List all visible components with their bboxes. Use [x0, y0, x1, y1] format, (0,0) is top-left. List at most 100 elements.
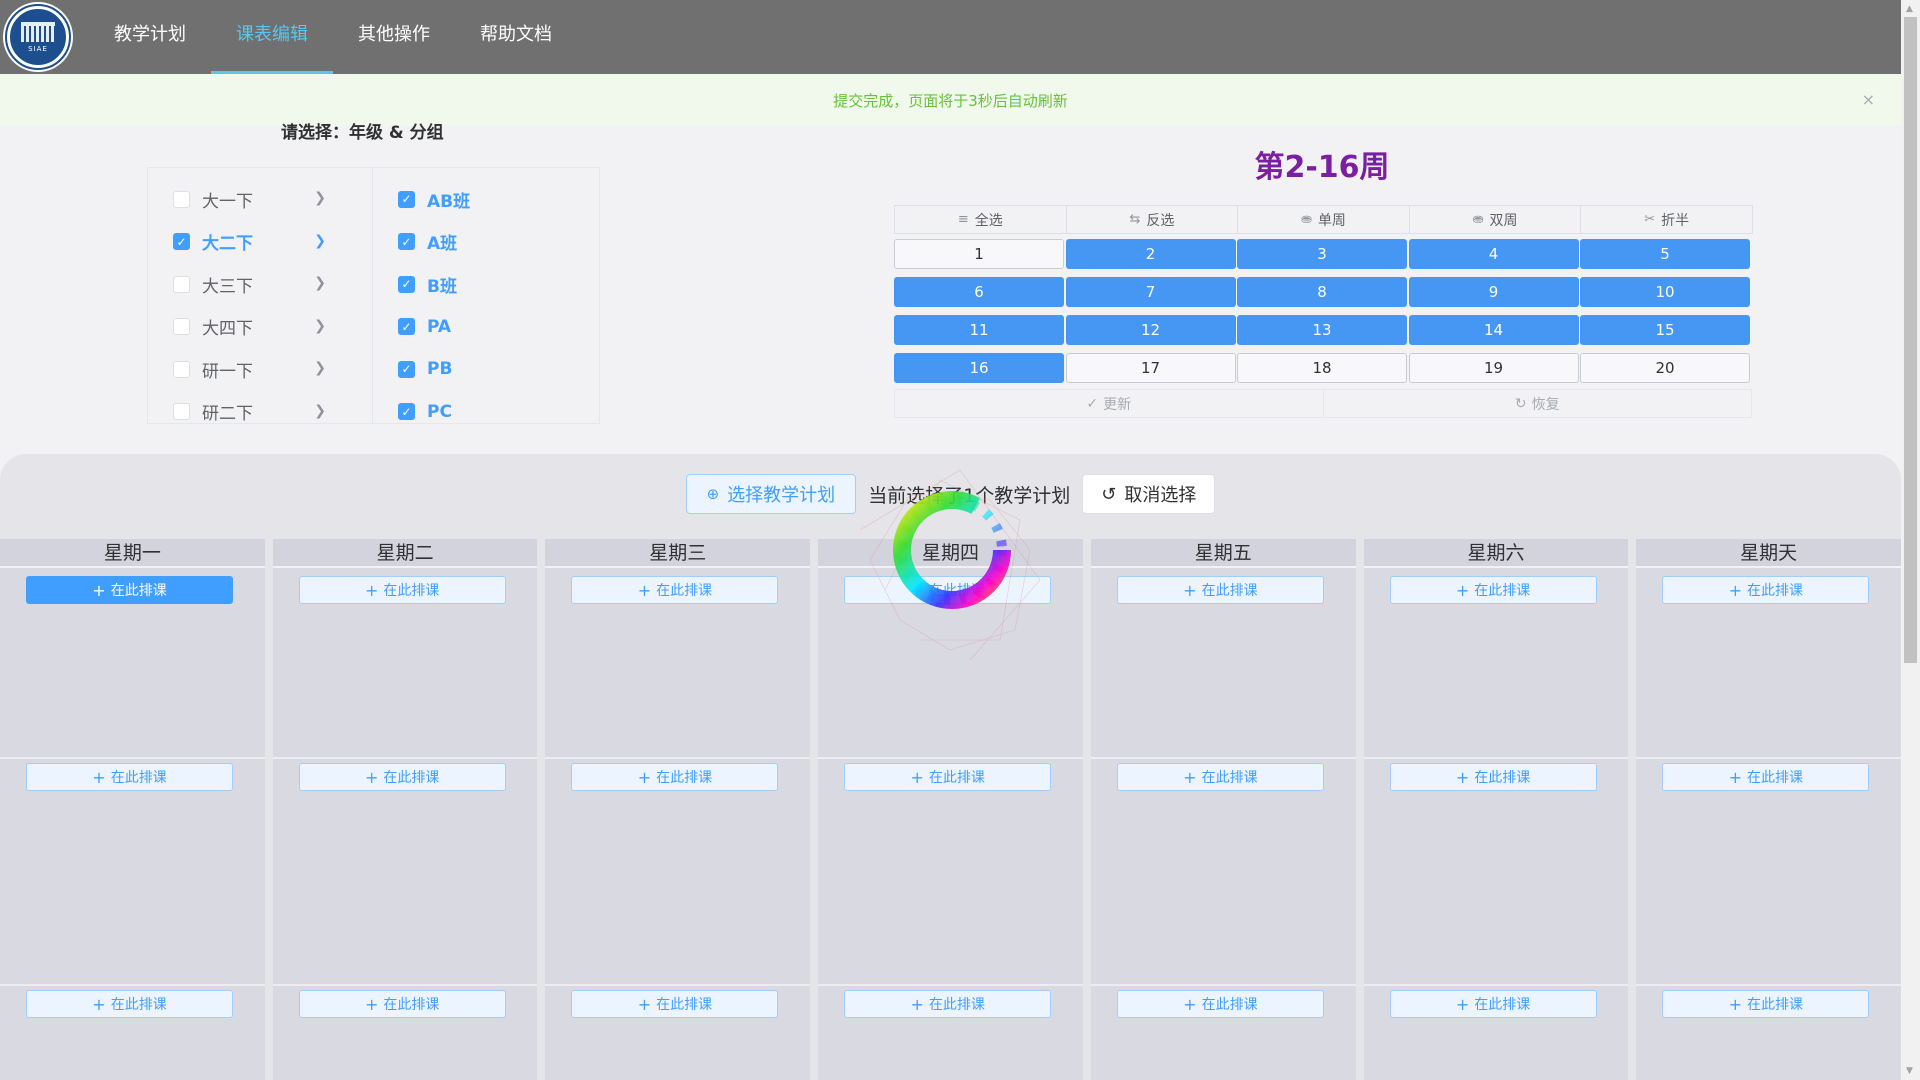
week-button[interactable]: 6 [894, 277, 1064, 307]
time-slot: + 在此排课 [1636, 570, 1901, 755]
week-button[interactable]: 10 [1580, 277, 1750, 307]
checkbox[interactable] [173, 190, 190, 208]
week-button[interactable]: 15 [1580, 315, 1750, 345]
day-header: 星期二 [272, 539, 538, 568]
add-course-button[interactable]: + 在此排课 [844, 763, 1052, 791]
add-course-button[interactable]: + 在此排课 [1116, 576, 1324, 604]
add-course-button[interactable]: + 在此排课 [1116, 763, 1324, 791]
plus-icon: + [92, 580, 106, 600]
odd-weeks-button[interactable]: ⛂ 单周 [1237, 205, 1410, 234]
add-course-button[interactable]: + 在此排课 [1116, 990, 1324, 1018]
close-icon[interactable]: × [1862, 90, 1875, 109]
week-button[interactable]: 17 [1065, 353, 1236, 383]
add-course-label: 在此排课 [1747, 997, 1804, 1013]
checkbox[interactable] [173, 360, 190, 378]
week-button[interactable]: 14 [1408, 315, 1579, 345]
page-scrollbar[interactable]: ▲ ▼ [1901, 0, 1920, 1080]
group-option[interactable]: ✓ PB [373, 348, 599, 391]
restore-button[interactable]: ↻ 恢复 [1322, 390, 1752, 417]
add-course-label: 在此排课 [1747, 583, 1804, 599]
plus-icon: + [1728, 580, 1743, 600]
add-course-button[interactable]: + 在此排课 [571, 763, 779, 791]
grade-group-cascader: 大一下 ❯ ✓ 大二下 ❯ 大三下 ❯ 大四下 ❯ 研一下 ❯ 研二下 ❯ ✓ … [147, 167, 600, 424]
plus-icon: + [1455, 767, 1470, 787]
add-course-button[interactable]: + 在此排课 [844, 576, 1052, 604]
add-course-button[interactable]: + 在此排课 [1389, 763, 1597, 791]
chevron-right-icon: ❯ [314, 190, 326, 206]
add-course-button[interactable]: + 在此排课 [1389, 576, 1597, 604]
checkbox-checked[interactable]: ✓ [398, 318, 415, 336]
add-course-button[interactable]: + 在此排课 [26, 576, 233, 604]
grade-option[interactable]: ✓ 大二下 ❯ [148, 221, 372, 264]
add-course-button[interactable]: + 在此排课 [1662, 763, 1870, 791]
add-course-label: 在此排课 [928, 583, 985, 599]
week-button[interactable]: 20 [1580, 353, 1750, 383]
group-option[interactable]: ✓ PA [373, 306, 599, 349]
checkbox[interactable] [173, 318, 190, 336]
group-label: A班 [427, 234, 458, 255]
even-weeks-button[interactable]: ⛂ 双周 [1408, 205, 1582, 234]
week-button[interactable]: 4 [1408, 239, 1579, 269]
week-button[interactable]: 1 [894, 239, 1064, 269]
week-button[interactable]: 9 [1408, 277, 1579, 307]
grade-column: 大一下 ❯ ✓ 大二下 ❯ 大三下 ❯ 大四下 ❯ 研一下 ❯ 研二下 ❯ [148, 168, 373, 424]
checkbox-checked[interactable]: ✓ [398, 233, 415, 251]
grade-option[interactable]: 研一下 ❯ [148, 348, 372, 391]
update-button[interactable]: ✓ 更新 [895, 390, 1323, 417]
select-all-icon: ≡ [957, 212, 969, 227]
checkbox-checked[interactable]: ✓ [173, 233, 190, 251]
week-button[interactable]: 19 [1408, 353, 1579, 383]
week-button[interactable]: 8 [1237, 277, 1407, 307]
add-course-button[interactable]: + 在此排课 [26, 763, 233, 791]
add-course-button[interactable]: + 在此排课 [571, 576, 779, 604]
week-button[interactable]: 13 [1237, 315, 1407, 345]
checkbox-checked[interactable]: ✓ [398, 403, 415, 421]
add-course-button[interactable]: + 在此排课 [26, 990, 233, 1018]
week-button[interactable]: 18 [1237, 353, 1407, 383]
add-course-button[interactable]: + 在此排课 [298, 576, 506, 604]
select-plan-button[interactable]: ⊕ 选择教学计划 [685, 474, 857, 514]
checkbox-checked[interactable]: ✓ [398, 190, 415, 208]
scroll-up-icon[interactable]: ▲ [1906, 4, 1913, 14]
add-course-button[interactable]: + 在此排课 [298, 990, 506, 1018]
cancel-selection-button[interactable]: ↺ 取消选择 [1082, 474, 1216, 514]
checkbox[interactable] [173, 275, 190, 293]
week-button[interactable]: 7 [1065, 277, 1236, 307]
group-option[interactable]: ✓ PC [373, 391, 599, 434]
scroll-down-icon[interactable]: ▼ [1906, 1066, 1913, 1076]
grade-option[interactable]: 研二下 ❯ [148, 391, 372, 434]
half-split-button[interactable]: ✂ 折半 [1580, 205, 1753, 234]
group-option[interactable]: ✓ A班 [373, 221, 599, 264]
add-course-button[interactable]: + 在此排课 [1389, 990, 1597, 1018]
checkbox-checked[interactable]: ✓ [398, 275, 415, 293]
add-course-button[interactable]: + 在此排课 [844, 990, 1052, 1018]
add-course-button[interactable]: + 在此排课 [571, 990, 779, 1018]
nav-item-schedule-edit[interactable]: 课表编辑 [211, 0, 333, 74]
group-option[interactable]: ✓ B班 [373, 263, 599, 306]
week-button[interactable]: 16 [894, 353, 1064, 383]
add-course-button[interactable]: + 在此排课 [1662, 990, 1870, 1018]
week-button[interactable]: 5 [1580, 239, 1750, 269]
group-option[interactable]: ✓ AB班 [373, 178, 599, 221]
nav-item-help-docs[interactable]: 帮助文档 [455, 0, 577, 74]
refresh-icon: ↻ [1514, 395, 1527, 412]
week-button[interactable]: 3 [1237, 239, 1407, 269]
scroll-thumb[interactable] [1904, 17, 1917, 663]
checkbox[interactable] [173, 403, 190, 421]
week-button[interactable]: 11 [894, 315, 1064, 345]
invert-select-button[interactable]: ⇆ 反选 [1065, 205, 1239, 234]
add-course-label: 在此排课 [1474, 997, 1531, 1013]
add-course-button[interactable]: + 在此排课 [1662, 576, 1870, 604]
plus-icon: + [92, 994, 106, 1014]
school-logo[interactable]: SIAE [3, 2, 73, 72]
select-all-button[interactable]: ≡ 全选 [894, 205, 1067, 234]
grade-option[interactable]: 大一下 ❯ [148, 178, 372, 221]
grade-option[interactable]: 大四下 ❯ [148, 306, 372, 349]
add-course-button[interactable]: + 在此排课 [298, 763, 506, 791]
week-button[interactable]: 2 [1065, 239, 1236, 269]
nav-item-teaching-plan[interactable]: 教学计划 [89, 0, 211, 74]
nav-item-other-ops[interactable]: 其他操作 [333, 0, 455, 74]
checkbox-checked[interactable]: ✓ [398, 360, 415, 378]
grade-option[interactable]: 大三下 ❯ [148, 263, 372, 306]
week-button[interactable]: 12 [1065, 315, 1236, 345]
